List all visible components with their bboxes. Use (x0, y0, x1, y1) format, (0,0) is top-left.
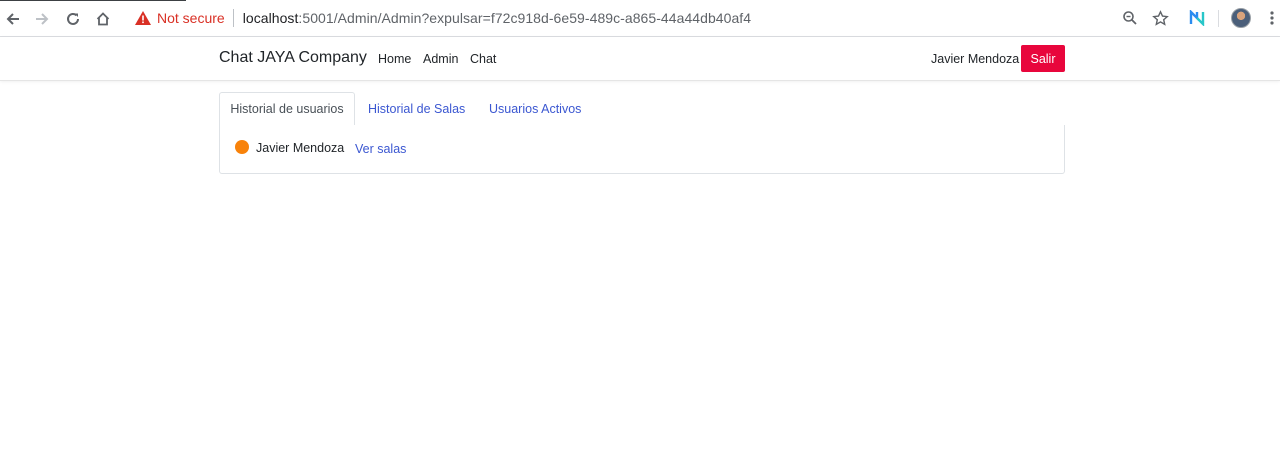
toolbar-divider (1218, 10, 1219, 27)
tab-historial-usuarios[interactable]: Historial de usuarios (219, 92, 355, 126)
star-icon[interactable] (1150, 8, 1170, 28)
app-navbar: Chat JAYA Company Home Admin Chat Javier… (0, 37, 1280, 81)
avatar (1231, 8, 1251, 28)
tab-panel: Javier Mendoza Ver salas (219, 125, 1065, 174)
nav-link-chat[interactable]: Chat (470, 52, 496, 66)
logout-button[interactable]: Salir (1021, 45, 1065, 72)
browser-toolbar: Not secure localhost:5001/Admin/Admin?ex… (0, 0, 1280, 37)
current-user-name: Javier Mendoza (931, 52, 1020, 66)
tab-strip (0, 0, 1280, 3)
reload-icon[interactable] (62, 8, 84, 30)
omnibox-divider (232, 9, 234, 27)
nav-link-admin[interactable]: Admin (423, 52, 458, 66)
back-arrow-icon[interactable] (2, 8, 24, 30)
tab-usuarios-activos[interactable]: Usuarios Activos (489, 92, 581, 126)
admin-tabs: Historial de usuarios Historial de Salas… (219, 92, 1065, 126)
menu-dots-icon[interactable] (1262, 8, 1280, 28)
ver-salas-link[interactable]: Ver salas (355, 142, 406, 156)
tab-historial-salas[interactable]: Historial de Salas (368, 92, 465, 126)
forward-arrow-icon[interactable] (31, 8, 53, 30)
url-host: localhost (242, 10, 299, 26)
home-icon[interactable] (92, 8, 114, 30)
brand-logo[interactable]: Chat JAYA Company (219, 49, 367, 67)
nav-link-home[interactable]: Home (378, 52, 411, 66)
user-name: Javier Mendoza (256, 141, 345, 155)
url-path: :5001/Admin/Admin?expulsar=f72c918d-6e59… (298, 10, 752, 26)
security-label: Not secure (157, 10, 225, 26)
url-text: localhost:5001/Admin/Admin?expulsar=f72c… (243, 10, 751, 26)
address-bar[interactable]: Not secure localhost:5001/Admin/Admin?ex… (124, 4, 1124, 32)
status-indicator (235, 140, 249, 154)
zoom-icon[interactable] (1120, 8, 1140, 28)
extension-icon[interactable] (1187, 8, 1207, 28)
warning-icon (135, 11, 151, 25)
profile-avatar[interactable] (1231, 8, 1251, 28)
